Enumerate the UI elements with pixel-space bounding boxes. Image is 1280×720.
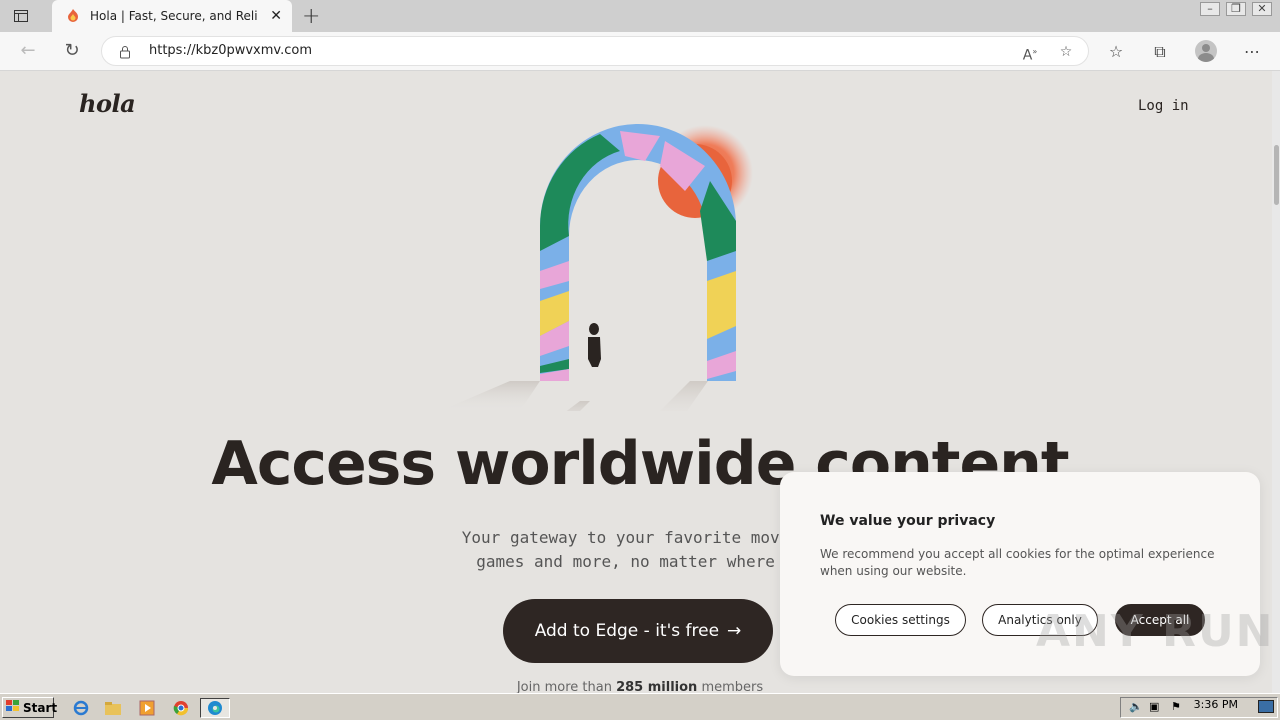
arrow-right-icon: → [727,621,742,641]
restore-icon[interactable]: ❐ [1226,2,1246,16]
cookies-settings-button[interactable]: Cookies settings [835,604,966,636]
start-button[interactable]: Start [2,697,58,718]
volume-icon[interactable]: 🔈 [1129,700,1143,713]
members-count: 285 million [616,680,698,693]
media-player-icon[interactable] [136,698,158,718]
new-tab-button[interactable]: + [302,4,320,29]
tab-actions-icon[interactable] [10,6,32,26]
lock-icon[interactable] [118,44,132,59]
arch-illustration [420,111,780,431]
collections-icon[interactable]: ⧉ [1148,40,1172,64]
hola-favicon-icon [66,7,80,26]
back-icon[interactable]: ← [16,40,40,62]
taskbar: Start 🔈 ▣ ⚑ 3:36 PM [0,693,1280,720]
add-favorite-icon[interactable]: ☆ [1056,42,1076,62]
tab-close-icon[interactable]: ✕ [270,8,282,24]
minimize-icon[interactable]: – [1200,2,1220,16]
tab-bar: Hola | Fast, Secure, and Reliable ✕ + – … [0,0,1280,32]
clock: 3:36 PM [1193,698,1238,711]
favorites-icon[interactable]: ☆ [1104,40,1128,64]
cookie-title: We value your privacy [820,513,996,529]
refresh-icon[interactable]: ↻ [60,40,84,62]
close-window-icon[interactable]: ✕ [1252,2,1272,16]
cookie-text: We recommend you accept all cookies for … [820,547,1215,578]
tab-title: Hola | Fast, Secure, and Reliable [90,9,258,23]
login-link[interactable]: Log in [1138,98,1189,114]
show-desktop-icon[interactable] [1258,700,1274,713]
cta-label: Add to Edge - it's free [534,621,720,641]
chrome-icon[interactable] [170,698,192,718]
flag-icon[interactable]: ⚑ [1171,700,1181,713]
hola-logo[interactable]: hola [79,89,136,118]
url-text[interactable]: https://kbz0pwvxmv.com [149,43,312,58]
windows-logo-icon [6,700,20,715]
network-icon[interactable]: ▣ [1149,700,1159,713]
profile-avatar[interactable] [1195,40,1217,62]
edge-icon[interactable] [200,698,230,718]
start-label: Start [23,700,58,715]
members-suffix: members [701,680,764,693]
more-options-icon[interactable]: ⋯ [1240,40,1264,64]
add-to-edge-button[interactable]: Add to Edge - it's free → [503,599,773,663]
members-prefix: Join more than [516,680,612,693]
members-text: Join more than 285 million members [0,680,1280,693]
window-controls: – ❐ ✕ [1200,2,1272,16]
scroll-thumb[interactable] [1274,145,1279,205]
address-bar[interactable]: https://kbz0pwvxmv.com A» ☆ [101,36,1089,66]
ie-icon[interactable] [70,698,92,718]
read-aloud-icon[interactable]: A» [1020,42,1040,64]
folder-icon[interactable] [102,698,124,718]
page-scrollbar[interactable] [1272,71,1280,693]
active-tab[interactable]: Hola | Fast, Secure, and Reliable ✕ [52,0,292,32]
anyrun-watermark: ANY RUN [1036,606,1275,657]
browser-toolbar: ← ↻ https://kbz0pwvxmv.com A» ☆ [0,32,1280,71]
